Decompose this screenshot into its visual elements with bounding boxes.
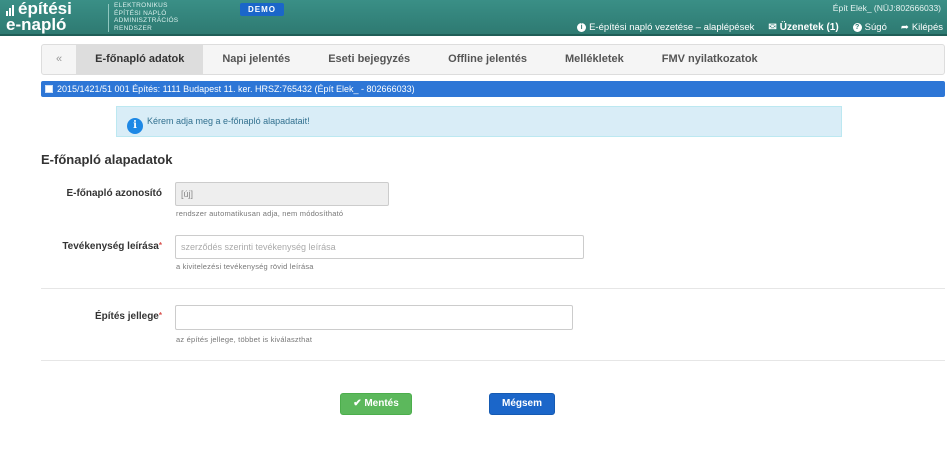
id-field-label: E-főnapló azonosító [66,188,162,199]
divider [41,288,945,289]
cancel-button[interactable]: Mégsem [489,393,555,415]
info-icon: i [127,118,143,134]
tab-fmv-nyilatkozatok[interactable]: FMV nyilatkozatok [643,45,777,74]
envelope-icon: ✉ [768,21,777,33]
logo-separator [108,4,109,32]
project-strip-text: 2015/1421/51 001 Építés: 1111 Budapest 1… [57,84,415,94]
tab-eseti-bejegyzes[interactable]: Eseti bejegyzés [309,45,429,74]
desc-field-label: Tevékenység leírása* [62,241,162,252]
type-field-label: Építés jellege* [94,311,162,322]
top-header: építési e-napló ELEKTRONIKUS ÉPÍTÉSI NAP… [0,0,947,36]
desc-field-help: a kivitelezési tevékenység rövid leírása [176,262,314,271]
divider [41,360,945,361]
logo-line2: e-napló [6,15,67,34]
messages-link-label: Üzenetek (1) [779,21,839,33]
id-field-input[interactable] [175,182,389,206]
checkbox-square-icon [45,85,53,93]
main-tabs: « E-főnapló adatok Napi jelentés Eseti b… [41,44,945,75]
logout-link-label: Kilépés [911,21,943,33]
top-nav: i E-építési napló vezetése – alaplépések… [577,20,943,34]
project-strip[interactable]: 2015/1421/51 001 Építés: 1111 Budapest 1… [41,81,945,97]
question-circle-icon: ? [852,22,862,32]
desc-field-input[interactable] [175,235,584,259]
logo-subtitle: ELEKTRONIKUS ÉPÍTÉSI NAPLÓ ADMINISZTRÁCI… [114,2,179,32]
help-link-label: Súgó [864,21,887,33]
save-button[interactable]: ✔ Mentés [340,393,412,415]
tab-napi-jelentes[interactable]: Napi jelentés [203,45,309,74]
required-marker: * [158,241,162,250]
app-logo[interactable]: építési e-napló ELEKTRONIKUS ÉPÍTÉSI NAP… [6,0,236,35]
info-alert: i Kérem adja meg a e-főnapló alapadatait! [116,106,842,137]
guide-link[interactable]: i E-építési napló vezetése – alaplépések [577,22,754,33]
required-marker: * [158,311,162,320]
logo-text: építési e-napló [6,0,72,34]
info-circle-icon: i [577,22,587,32]
id-field-help: rendszer automatikusan adja, nem módosít… [176,209,344,218]
alert-text: Kérem adja meg a e-főnapló alapadatait! [147,116,310,126]
logout-link[interactable]: ➦ Kilépés [901,22,943,33]
demo-badge: DEMO [240,3,284,16]
share-arrow-icon: ➦ [900,21,909,33]
user-info: Épít Elek_ (NÜJ:802666033) [832,3,941,13]
tab-collapse[interactable]: « [42,45,76,74]
help-link[interactable]: ? Súgó [852,21,887,33]
type-field-multiselect[interactable] [175,305,573,330]
page-title: E-főnapló alapadatok [41,152,173,167]
guide-link-label: E-építési napló vezetése – alaplépések [589,21,755,33]
tab-mellekletek[interactable]: Mellékletek [546,45,643,74]
type-field-help: az építés jellege, többet is kiválasztha… [176,335,313,344]
tab-fonaplo-adatok[interactable]: E-főnapló adatok [76,45,204,74]
messages-link[interactable]: ✉ Üzenetek (1) [768,22,838,33]
tab-offline-jelentes[interactable]: Offline jelentés [429,45,546,74]
